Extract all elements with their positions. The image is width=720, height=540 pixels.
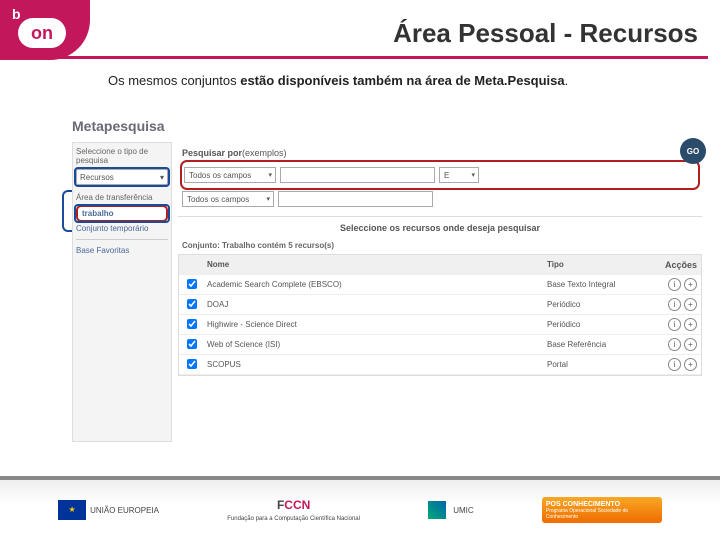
add-icon[interactable]: + xyxy=(684,358,697,371)
sidebar: Seleccione o tipo de pesquisa Recursos ▾… xyxy=(72,142,172,442)
sidebar-type-select[interactable]: Recursos ▾ xyxy=(76,169,168,185)
row-checkbox[interactable] xyxy=(187,359,197,369)
table-row: Academic Search Complete (EBSCO) Base Te… xyxy=(179,275,701,295)
table-row: SCOPUS Portal i+ xyxy=(179,355,701,375)
col-actions: Acções xyxy=(653,260,697,270)
search-input-1[interactable] xyxy=(280,167,435,183)
fccn-sub: Fundação para a Computação Científica Na… xyxy=(227,516,360,522)
eu-flag-icon xyxy=(58,500,86,520)
sidebar-trabalho-highlight: trabalho xyxy=(76,206,168,221)
sidebar-area-label: Área de transferência xyxy=(76,193,168,202)
pos-title: POS CONHECIMENTO xyxy=(546,501,658,508)
table-row: Web of Science (ISI) Base Referência i+ xyxy=(179,335,701,355)
footer-umic: UMIC xyxy=(428,501,473,519)
operator-select[interactable]: E xyxy=(439,167,479,183)
footer-fccn: FCCN Fundação para a Computação Científi… xyxy=(227,498,360,522)
sidebar-type-value: Recursos xyxy=(80,173,114,182)
field-select-1[interactable]: Todos os campos xyxy=(184,167,276,183)
row-type: Periódico xyxy=(547,320,647,329)
select-resources-label: Seleccione os recursos onde deseja pesqu… xyxy=(178,223,702,233)
row-checkbox[interactable] xyxy=(187,299,197,309)
add-icon[interactable]: + xyxy=(684,278,697,291)
row-type: Base Texto Integral xyxy=(547,280,647,289)
main-panel: Pesquisar por(exemplos) Todos os campos … xyxy=(178,142,702,442)
search-tab-text: Pesquisar por xyxy=(182,148,242,158)
add-icon[interactable]: + xyxy=(684,298,697,311)
row-checkbox[interactable] xyxy=(187,339,197,349)
row-name[interactable]: SCOPUS xyxy=(207,360,541,369)
intro-text: Os mesmos conjuntos estão disponíveis ta… xyxy=(108,72,680,90)
row-name[interactable]: Highwire - Science Direct xyxy=(207,320,541,329)
sidebar-item-conjunto-temp[interactable]: Conjunto temporário xyxy=(76,223,168,234)
search-tab-label: Pesquisar por(exemplos) xyxy=(182,148,698,158)
footer-eu-label: UNIÃO EUROPEIA xyxy=(90,506,159,515)
sidebar-divider xyxy=(76,239,168,240)
search-row-1-highlight: Todos os campos E xyxy=(182,162,698,188)
footer-eu: UNIÃO EUROPEIA xyxy=(58,500,159,520)
title-divider xyxy=(12,56,708,59)
add-icon[interactable]: + xyxy=(684,318,697,331)
pos-sub: Programa Operacional Sociedade do Conhec… xyxy=(546,508,658,520)
col-name: Nome xyxy=(207,260,541,269)
resources-table: Nome Tipo Acções Academic Search Complet… xyxy=(178,254,702,376)
row-checkbox[interactable] xyxy=(187,319,197,329)
umic-icon xyxy=(428,501,446,519)
chevron-down-icon: ▾ xyxy=(160,173,164,182)
table-header: Nome Tipo Acções xyxy=(179,255,701,275)
intro-pre: Os mesmos conjuntos xyxy=(108,73,240,88)
sidebar-select-label: Seleccione o tipo de pesquisa xyxy=(76,147,168,165)
conjunto-summary: Conjunto: Trabalho contém 5 recurso(s) xyxy=(182,241,702,250)
search-tab-example: (exemplos) xyxy=(242,148,287,158)
footer: UNIÃO EUROPEIA FCCN Fundação para a Comp… xyxy=(0,476,720,540)
search-block: Pesquisar por(exemplos) Todos os campos … xyxy=(178,142,702,217)
info-icon[interactable]: i xyxy=(668,298,681,311)
row-checkbox[interactable] xyxy=(187,279,197,289)
table-row: Highwire - Science Direct Periódico i+ xyxy=(179,315,701,335)
row-type: Portal xyxy=(547,360,647,369)
fccn-logo: FCCN xyxy=(277,498,310,512)
logo-on: on xyxy=(18,18,66,48)
info-icon[interactable]: i xyxy=(668,318,681,331)
row-name[interactable]: Academic Search Complete (EBSCO) xyxy=(207,280,541,289)
col-type: Tipo xyxy=(547,260,647,269)
search-row-2: Todos os campos xyxy=(182,191,698,207)
sidebar-item-trabalho[interactable]: trabalho xyxy=(78,207,166,220)
info-icon[interactable]: i xyxy=(668,278,681,291)
table-row: DOAJ Periódico i+ xyxy=(179,295,701,315)
umic-label: UMIC xyxy=(453,506,473,515)
sidebar-item-base-favoritas[interactable]: Base Favoritas xyxy=(76,245,168,256)
brand-logo: b on xyxy=(0,0,90,60)
metapesquisa-heading: Metapesquisa xyxy=(72,118,702,134)
screenshot-area: Metapesquisa Seleccione o tipo de pesqui… xyxy=(72,118,702,450)
row-name[interactable]: DOAJ xyxy=(207,300,541,309)
intro-post: . xyxy=(565,73,569,88)
field-select-2[interactable]: Todos os campos xyxy=(182,191,274,207)
intro-bold: estão disponíveis também na área de Meta… xyxy=(240,73,564,88)
info-icon[interactable]: i xyxy=(668,338,681,351)
row-name[interactable]: Web of Science (ISI) xyxy=(207,340,541,349)
logo-b: b xyxy=(12,6,21,22)
page-title: Área Pessoal - Recursos xyxy=(393,18,698,49)
footer-pos: POS CONHECIMENTO Programa Operacional So… xyxy=(542,497,662,523)
go-button[interactable]: GO xyxy=(680,138,706,164)
info-icon[interactable]: i xyxy=(668,358,681,371)
row-type: Base Referência xyxy=(547,340,647,349)
add-icon[interactable]: + xyxy=(684,338,697,351)
row-type: Periódico xyxy=(547,300,647,309)
search-input-2[interactable] xyxy=(278,191,433,207)
